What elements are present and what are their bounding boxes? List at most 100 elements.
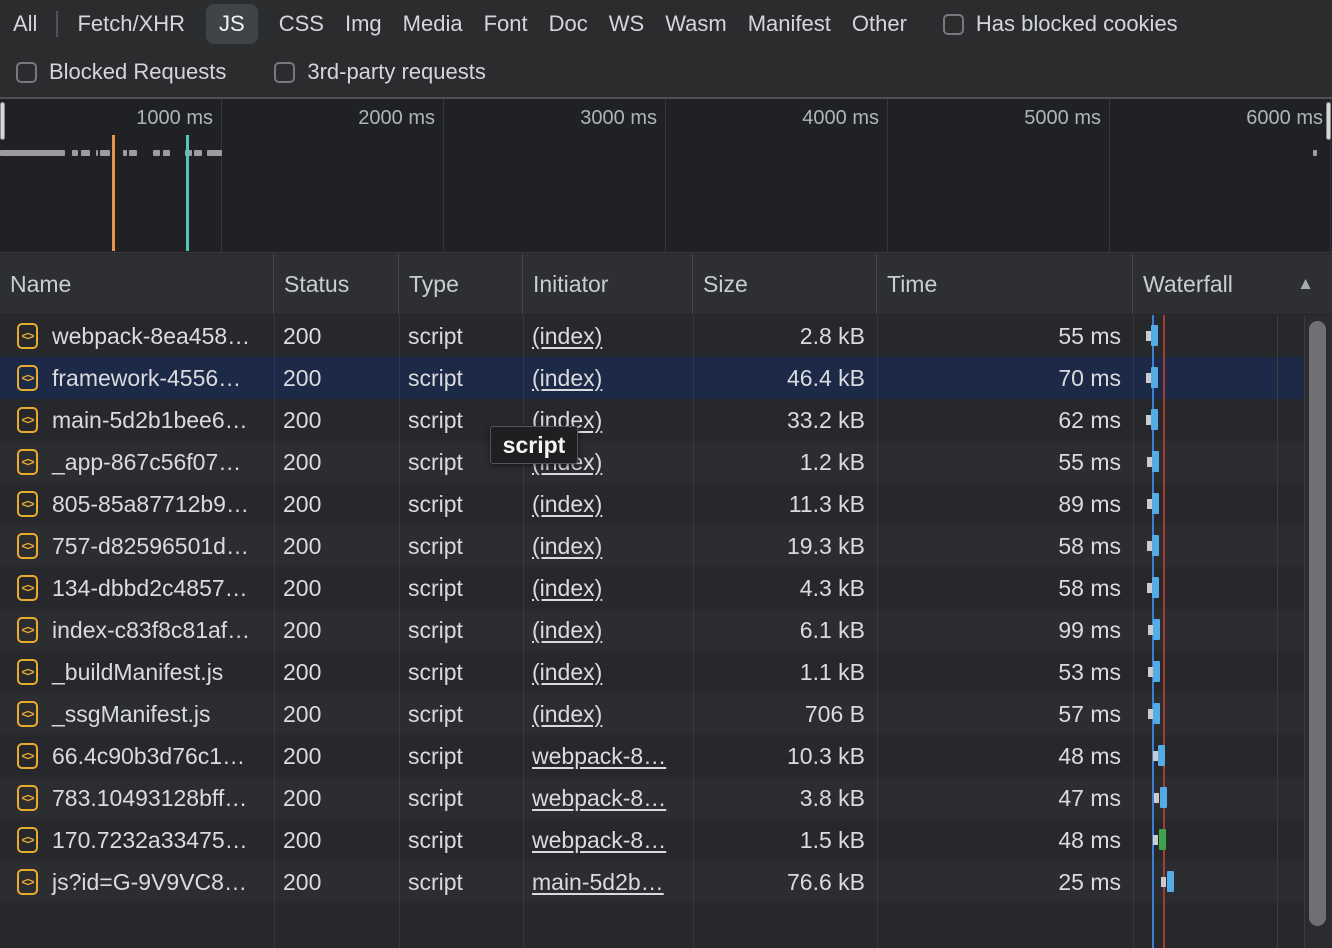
request-initiator-cell: webpack-8…: [523, 819, 693, 861]
column-header-waterfall[interactable]: Waterfall ▲: [1133, 254, 1332, 314]
request-initiator-cell: (index): [523, 567, 693, 609]
request-row[interactable]: <> webpack-8ea458… 200 script (index) 2.…: [0, 315, 1332, 357]
request-type-cell: script: [399, 609, 523, 651]
filter-manifest[interactable]: Manifest: [748, 11, 831, 37]
column-header-size[interactable]: Size: [693, 254, 877, 314]
initiator-link[interactable]: (index): [532, 323, 602, 350]
request-name-cell[interactable]: <> js?id=G-9V9VC8…: [0, 861, 274, 903]
request-type: script: [408, 827, 463, 854]
filter-wasm[interactable]: Wasm: [665, 11, 727, 37]
requests-rows: <> webpack-8ea458… 200 script (index) 2.…: [0, 315, 1332, 903]
has-blocked-cookies-checkbox[interactable]: [943, 14, 964, 35]
request-name-cell[interactable]: <> _app-867c56f07…: [0, 441, 274, 483]
script-file-icon: <>: [17, 365, 38, 391]
column-header-type[interactable]: Type: [399, 254, 523, 314]
initiator-link[interactable]: (index): [532, 365, 602, 392]
request-name-cell[interactable]: <> 170.7232a33475…: [0, 819, 274, 861]
request-status-cell: 200: [274, 693, 399, 735]
request-row[interactable]: <> 66.4c90b3d76c1… 200 script webpack-8……: [0, 735, 1332, 777]
request-type: script: [408, 575, 463, 602]
request-status-cell: 200: [274, 735, 399, 777]
initiator-link[interactable]: webpack-8…: [532, 743, 666, 770]
script-file-icon: <>: [17, 407, 38, 433]
request-name-cell[interactable]: <> main-5d2b1bee6…: [0, 399, 274, 441]
request-row[interactable]: <> 134-dbbd2c4857… 200 script (index) 4.…: [0, 567, 1332, 609]
initiator-link[interactable]: (index): [532, 533, 602, 560]
filter-fetch-xhr[interactable]: Fetch/XHR: [77, 11, 185, 37]
request-name-cell[interactable]: <> 757-d82596501d…: [0, 525, 274, 567]
request-row[interactable]: <> 170.7232a33475… 200 script webpack-8……: [0, 819, 1332, 861]
request-name-cell[interactable]: <> _buildManifest.js: [0, 651, 274, 693]
request-row[interactable]: <> 783.10493128bff… 200 script webpack-8…: [0, 777, 1332, 819]
overview-right-handle[interactable]: [1326, 102, 1331, 140]
initiator-link[interactable]: (index): [532, 701, 602, 728]
column-header-initiator[interactable]: Initiator: [523, 254, 693, 314]
request-type-cell: script: [399, 819, 523, 861]
request-initiator-cell: main-5d2b…: [523, 861, 693, 903]
filter-row-primary: All Fetch/XHR JS CSS Img Media Font Doc WS Wasm Ma…: [0, 0, 1332, 48]
request-initiator-cell: (index): [523, 609, 693, 651]
request-name-cell[interactable]: <> 783.10493128bff…: [0, 777, 274, 819]
filter-ws[interactable]: WS: [609, 11, 644, 37]
filter-other[interactable]: Other: [852, 11, 907, 37]
request-row[interactable]: <> main-5d2b1bee6… 200 script (index) 33…: [0, 399, 1332, 441]
request-row[interactable]: <> index-c83f8c81af… 200 script (index) …: [0, 609, 1332, 651]
request-name-cell[interactable]: <> _ssgManifest.js: [0, 693, 274, 735]
request-name-cell[interactable]: <> 66.4c90b3d76c1…: [0, 735, 274, 777]
minimap-request-bar: [123, 150, 127, 156]
initiator-link[interactable]: webpack-8…: [532, 827, 666, 854]
request-row[interactable]: <> js?id=G-9V9VC8… 200 script main-5d2b……: [0, 861, 1332, 903]
request-row[interactable]: <> _app-867c56f07… 200 script (index) 1.…: [0, 441, 1332, 483]
minimap-request-bar: [0, 150, 65, 156]
request-status-cell: 200: [274, 441, 399, 483]
request-time-cell: 48 ms: [877, 819, 1133, 861]
filter-font[interactable]: Font: [484, 11, 528, 37]
request-row[interactable]: <> _ssgManifest.js 200 script (index) 70…: [0, 693, 1332, 735]
blocked-requests-filter[interactable]: Blocked Requests: [16, 59, 226, 85]
column-header-time[interactable]: Time: [877, 254, 1133, 314]
filter-js[interactable]: JS: [206, 4, 258, 44]
request-status-cell: 200: [274, 861, 399, 903]
request-time-cell: 99 ms: [877, 609, 1133, 651]
initiator-link[interactable]: main-5d2b…: [532, 869, 664, 896]
status-code: 200: [283, 533, 321, 560]
request-name-cell[interactable]: <> webpack-8ea458…: [0, 315, 274, 357]
sort-ascending-icon[interactable]: ▲: [1297, 274, 1314, 294]
request-size-cell: 6.1 kB: [693, 609, 877, 651]
filter-doc[interactable]: Doc: [549, 11, 588, 37]
filter-css[interactable]: CSS: [279, 11, 324, 37]
blocked-requests-checkbox[interactable]: [16, 62, 37, 83]
third-party-requests-checkbox[interactable]: [274, 62, 295, 83]
request-name-cell[interactable]: <> 805-85a87712b9…: [0, 483, 274, 525]
initiator-link[interactable]: (index): [532, 659, 602, 686]
initiator-link[interactable]: (index): [532, 491, 602, 518]
third-party-requests-filter[interactable]: 3rd-party requests: [274, 59, 486, 85]
filter-img[interactable]: Img: [345, 11, 382, 37]
request-time: 58 ms: [1058, 575, 1121, 602]
request-name-cell[interactable]: <> framework-4556…: [0, 357, 274, 399]
request-size: 1.1 kB: [800, 659, 865, 686]
script-file-icon: <>: [17, 659, 38, 685]
minimap-request-bar: [96, 150, 98, 156]
has-blocked-cookies-filter[interactable]: Has blocked cookies: [943, 11, 1178, 37]
dcl-marker-line: [112, 135, 115, 251]
filter-all[interactable]: All: [13, 11, 37, 37]
request-row[interactable]: <> framework-4556… 200 script (index) 46…: [0, 357, 1332, 399]
request-name-cell[interactable]: <> index-c83f8c81af…: [0, 609, 274, 651]
script-file-icon: <>: [17, 449, 38, 475]
request-size: 1.5 kB: [800, 827, 865, 854]
initiator-link[interactable]: (index): [532, 617, 602, 644]
waterfall-download-bar: [1152, 535, 1159, 556]
network-overview-timeline[interactable]: 1000 ms2000 ms3000 ms4000 ms5000 ms6000 …: [0, 97, 1332, 253]
request-name-cell[interactable]: <> 134-dbbd2c4857…: [0, 567, 274, 609]
initiator-link[interactable]: (index): [532, 575, 602, 602]
vertical-scrollbar-thumb[interactable]: [1309, 321, 1326, 926]
filter-media[interactable]: Media: [403, 11, 463, 37]
overview-left-handle[interactable]: [0, 102, 5, 140]
request-row[interactable]: <> 805-85a87712b9… 200 script (index) 11…: [0, 483, 1332, 525]
initiator-link[interactable]: webpack-8…: [532, 785, 666, 812]
column-header-name[interactable]: Name: [0, 254, 274, 314]
column-header-status[interactable]: Status: [274, 254, 399, 314]
request-row[interactable]: <> 757-d82596501d… 200 script (index) 19…: [0, 525, 1332, 567]
request-row[interactable]: <> _buildManifest.js 200 script (index) …: [0, 651, 1332, 693]
